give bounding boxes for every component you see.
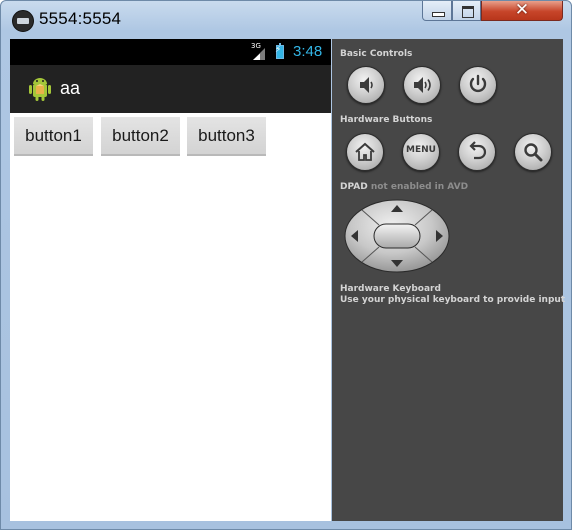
dpad-icon[interactable] [344, 199, 450, 273]
hardware-keyboard-heading: Hardware Keyboard [340, 284, 441, 294]
android-robot-icon [29, 78, 51, 101]
dpad-note: not enabled in AVD [370, 182, 469, 192]
basic-controls-heading: Basic Controls [340, 49, 413, 59]
volume-down-icon [360, 77, 373, 93]
volume-down-button[interactable] [347, 66, 385, 104]
maximize-icon [462, 6, 474, 18]
dpad-label: DPAD [340, 182, 368, 192]
status-clock: 3:48 [293, 43, 323, 60]
menu-button[interactable]: MENU [402, 133, 440, 171]
window-title: 5554:5554 [39, 9, 122, 28]
button3[interactable]: button3 [187, 117, 266, 156]
maximize-button[interactable] [452, 1, 481, 21]
back-button[interactable] [458, 133, 496, 171]
signal-strength [253, 53, 260, 60]
menu-icon: MENU [406, 145, 436, 155]
dpad-heading: DPAD not enabled in AVD [340, 182, 468, 192]
volume-up-button[interactable] [403, 66, 441, 104]
emulator-icon [12, 10, 34, 32]
back-icon [469, 141, 487, 160]
emulator-window: 5554:5554 ✕ 3G 3:48 [0, 0, 572, 530]
close-icon: ✕ [514, 0, 530, 20]
status-bar: 3G 3:48 [10, 39, 331, 65]
minimize-icon [432, 12, 445, 17]
controls-panel: Basic Controls Hardware Buttons MENU DPA… [332, 39, 565, 521]
device-screen[interactable]: 3G 3:48 aa [10, 39, 331, 521]
volume-up-icon [414, 77, 431, 93]
home-icon [355, 142, 375, 161]
minimize-button[interactable] [422, 1, 452, 21]
dpad-center-button[interactable] [373, 223, 421, 249]
title-bar[interactable]: 5554:5554 ✕ [1, 1, 571, 39]
action-bar-title: aa [60, 78, 81, 98]
home-button[interactable] [346, 133, 384, 171]
signal-bars-icon [251, 44, 265, 60]
close-button[interactable]: ✕ [481, 1, 563, 21]
action-bar: aa [10, 65, 331, 113]
hardware-keyboard-note: Use your physical keyboard to provide in… [340, 295, 566, 305]
button2[interactable]: button2 [101, 117, 180, 156]
search-icon [524, 143, 543, 162]
signal-bars-svg [253, 48, 265, 60]
hardware-keyboard-info: Hardware Keyboard Use your physical keyb… [340, 284, 565, 306]
power-icon [469, 74, 487, 93]
battery-charging-icon [275, 43, 284, 59]
hardware-buttons-heading: Hardware Buttons [340, 115, 433, 125]
search-button[interactable] [514, 133, 552, 171]
buttons-row: button1 button2 button3 [10, 117, 331, 159]
button1[interactable]: button1 [14, 117, 93, 156]
power-button[interactable] [459, 66, 497, 104]
